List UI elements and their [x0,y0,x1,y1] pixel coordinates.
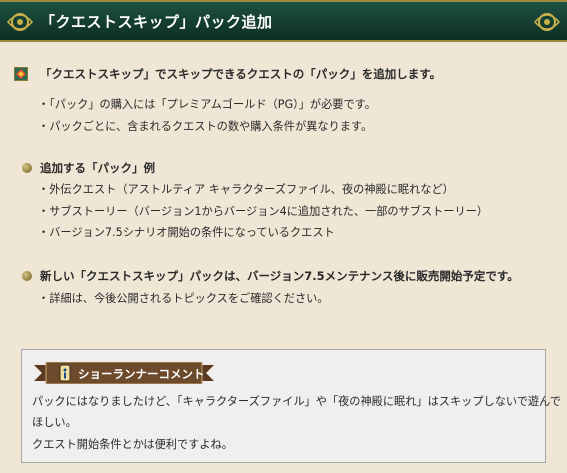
list-item: ・サブストーリー（バージョン1からバージョン4に追加された、一部のサブストーリー… [38,205,489,218]
comment-tag-label: ショーランナーコメント [78,367,205,381]
list-item: ・バージョン7.5シナリオ開始の条件になっているクエスト [38,226,335,239]
bullet-dot-icon [22,163,32,173]
comment-box: ショーランナーコメント パックにはなりましたけど、「キャラクターズファイル」や「… [21,349,561,463]
page-title: 「クエストスキップ」パック追加 [40,13,273,31]
comment-tag: ショーランナーコメント [34,362,214,384]
list-item: ・詳細は、今後公開されるトピックスをご確認ください。 [38,292,329,305]
lead-row: 「クエストスキップ」でスキップできるクエストの「パック」を追加します。 [14,66,441,82]
list-item: ・パックごとに、含まれるクエストの数や購入条件が異なります。 [38,120,373,133]
diamond-icon [14,67,28,81]
ornament-icon [6,13,34,31]
section-heading: 追加する「パック」例 [22,160,155,176]
comment-line: ほしい。 [32,416,77,429]
list-item: ・「パック」の購入には「プレミアムゴールド（PG）」が必要です。 [38,98,376,111]
comment-line: パックにはなりましたけど、「キャラクターズファイル」や「夜の神殿に眠れ」はスキッ… [32,395,561,408]
bullet-dot-icon [22,271,32,281]
lead-text: 「クエストスキップ」でスキップできるクエストの「パック」を追加します。 [40,67,442,81]
list-item: ・外伝クエスト（アストルティア キャラクターズファイル、夜の神殿に眠れなど） [38,183,454,196]
section-heading: 新しい「クエストスキップ」パックは、バージョン7.5メンテナンス後に販売開始予定… [22,268,519,284]
comment-line: クエスト開始条件とかは便利ですよね。 [32,438,233,451]
info-icon [59,364,71,382]
ornament-icon [533,13,561,31]
header-banner: 「クエストスキップ」パック追加 [0,0,567,42]
